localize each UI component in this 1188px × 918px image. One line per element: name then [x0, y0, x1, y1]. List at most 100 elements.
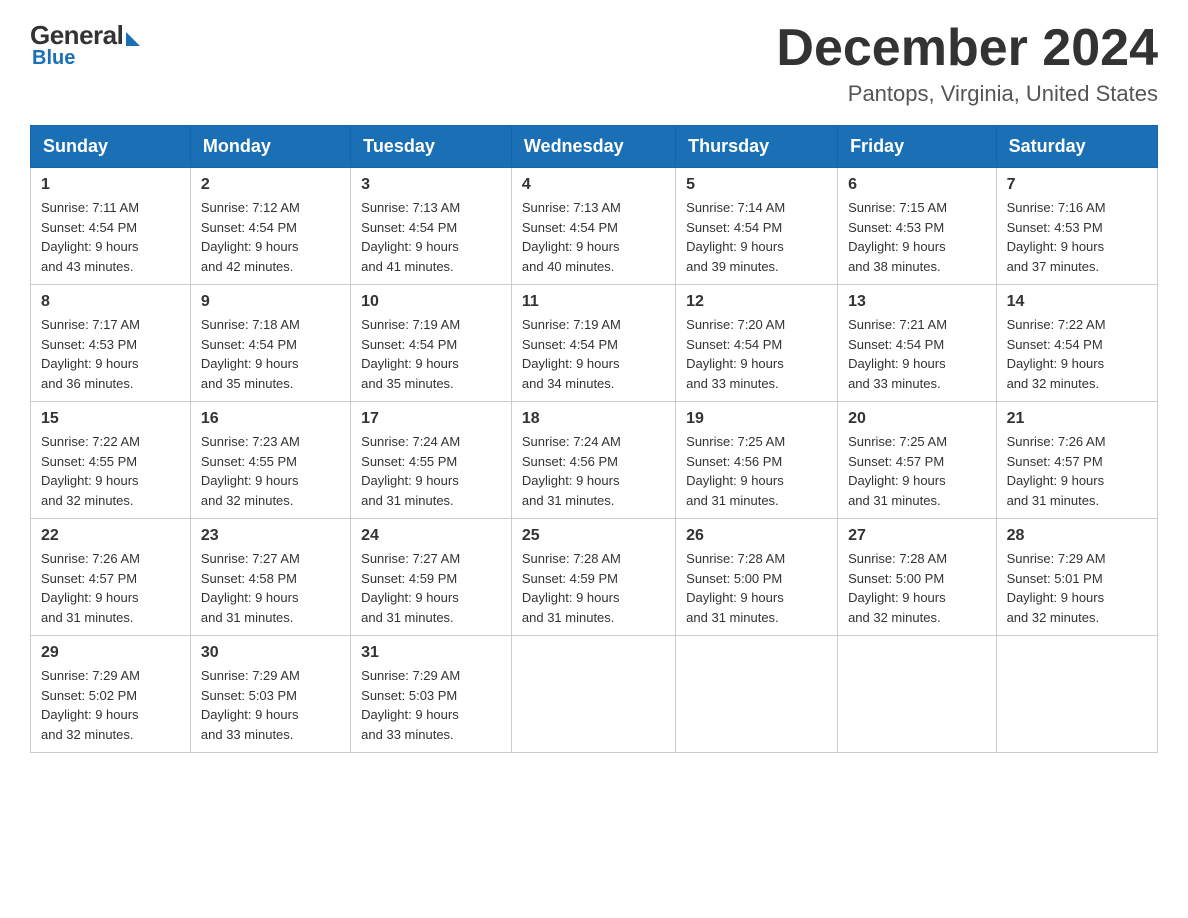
day-number: 29 — [41, 644, 180, 662]
calendar-day-cell: 17 Sunrise: 7:24 AM Sunset: 4:55 PM Dayl… — [351, 402, 512, 519]
calendar-week-row: 8 Sunrise: 7:17 AM Sunset: 4:53 PM Dayli… — [31, 285, 1158, 402]
logo-triangle-icon — [126, 32, 140, 46]
day-number: 27 — [848, 527, 986, 545]
day-info: Sunrise: 7:19 AM Sunset: 4:54 PM Dayligh… — [522, 315, 665, 393]
calendar-day-cell: 31 Sunrise: 7:29 AM Sunset: 5:03 PM Dayl… — [351, 636, 512, 753]
calendar-day-cell: 12 Sunrise: 7:20 AM Sunset: 4:54 PM Dayl… — [676, 285, 838, 402]
day-number: 13 — [848, 293, 986, 311]
day-info: Sunrise: 7:18 AM Sunset: 4:54 PM Dayligh… — [201, 315, 340, 393]
day-info: Sunrise: 7:21 AM Sunset: 4:54 PM Dayligh… — [848, 315, 986, 393]
calendar-day-cell: 11 Sunrise: 7:19 AM Sunset: 4:54 PM Dayl… — [511, 285, 675, 402]
day-info: Sunrise: 7:29 AM Sunset: 5:02 PM Dayligh… — [41, 666, 180, 744]
day-info: Sunrise: 7:28 AM Sunset: 5:00 PM Dayligh… — [848, 549, 986, 627]
calendar-week-row: 22 Sunrise: 7:26 AM Sunset: 4:57 PM Dayl… — [31, 519, 1158, 636]
calendar-day-cell: 21 Sunrise: 7:26 AM Sunset: 4:57 PM Dayl… — [996, 402, 1157, 519]
day-number: 17 — [361, 410, 501, 428]
calendar-week-row: 15 Sunrise: 7:22 AM Sunset: 4:55 PM Dayl… — [31, 402, 1158, 519]
calendar-day-cell: 14 Sunrise: 7:22 AM Sunset: 4:54 PM Dayl… — [996, 285, 1157, 402]
location-text: Pantops, Virginia, United States — [776, 81, 1158, 107]
calendar-day-cell: 22 Sunrise: 7:26 AM Sunset: 4:57 PM Dayl… — [31, 519, 191, 636]
calendar-day-cell: 16 Sunrise: 7:23 AM Sunset: 4:55 PM Dayl… — [190, 402, 350, 519]
day-number: 8 — [41, 293, 180, 311]
logo-blue-text: Blue — [32, 47, 75, 70]
day-number: 23 — [201, 527, 340, 545]
calendar-day-cell — [511, 636, 675, 753]
calendar-day-cell: 18 Sunrise: 7:24 AM Sunset: 4:56 PM Dayl… — [511, 402, 675, 519]
day-info: Sunrise: 7:20 AM Sunset: 4:54 PM Dayligh… — [686, 315, 827, 393]
calendar-day-cell — [838, 636, 997, 753]
day-number: 1 — [41, 176, 180, 194]
day-info: Sunrise: 7:12 AM Sunset: 4:54 PM Dayligh… — [201, 198, 340, 276]
day-number: 21 — [1007, 410, 1147, 428]
month-title: December 2024 — [776, 20, 1158, 77]
calendar-day-cell: 30 Sunrise: 7:29 AM Sunset: 5:03 PM Dayl… — [190, 636, 350, 753]
calendar-day-cell: 24 Sunrise: 7:27 AM Sunset: 4:59 PM Dayl… — [351, 519, 512, 636]
day-info: Sunrise: 7:27 AM Sunset: 4:58 PM Dayligh… — [201, 549, 340, 627]
calendar-day-cell: 19 Sunrise: 7:25 AM Sunset: 4:56 PM Dayl… — [676, 402, 838, 519]
header-right: December 2024 Pantops, Virginia, United … — [776, 20, 1158, 107]
calendar-day-cell: 5 Sunrise: 7:14 AM Sunset: 4:54 PM Dayli… — [676, 168, 838, 285]
day-info: Sunrise: 7:29 AM Sunset: 5:01 PM Dayligh… — [1007, 549, 1147, 627]
day-info: Sunrise: 7:27 AM Sunset: 4:59 PM Dayligh… — [361, 549, 501, 627]
day-info: Sunrise: 7:14 AM Sunset: 4:54 PM Dayligh… — [686, 198, 827, 276]
day-number: 18 — [522, 410, 665, 428]
day-number: 20 — [848, 410, 986, 428]
calendar-day-cell: 23 Sunrise: 7:27 AM Sunset: 4:58 PM Dayl… — [190, 519, 350, 636]
calendar-day-cell: 29 Sunrise: 7:29 AM Sunset: 5:02 PM Dayl… — [31, 636, 191, 753]
page-header: General Blue December 2024 Pantops, Virg… — [30, 20, 1158, 107]
day-info: Sunrise: 7:29 AM Sunset: 5:03 PM Dayligh… — [201, 666, 340, 744]
calendar-day-cell: 10 Sunrise: 7:19 AM Sunset: 4:54 PM Dayl… — [351, 285, 512, 402]
day-number: 5 — [686, 176, 827, 194]
day-number: 11 — [522, 293, 665, 311]
calendar-day-cell — [996, 636, 1157, 753]
day-info: Sunrise: 7:13 AM Sunset: 4:54 PM Dayligh… — [361, 198, 501, 276]
day-number: 14 — [1007, 293, 1147, 311]
calendar-day-cell: 25 Sunrise: 7:28 AM Sunset: 4:59 PM Dayl… — [511, 519, 675, 636]
calendar-day-cell: 8 Sunrise: 7:17 AM Sunset: 4:53 PM Dayli… — [31, 285, 191, 402]
day-info: Sunrise: 7:15 AM Sunset: 4:53 PM Dayligh… — [848, 198, 986, 276]
day-info: Sunrise: 7:13 AM Sunset: 4:54 PM Dayligh… — [522, 198, 665, 276]
day-number: 12 — [686, 293, 827, 311]
calendar-table: SundayMondayTuesdayWednesdayThursdayFrid… — [30, 125, 1158, 753]
day-number: 22 — [41, 527, 180, 545]
day-info: Sunrise: 7:29 AM Sunset: 5:03 PM Dayligh… — [361, 666, 501, 744]
day-number: 30 — [201, 644, 340, 662]
day-of-week-header: Wednesday — [511, 126, 675, 168]
day-info: Sunrise: 7:25 AM Sunset: 4:56 PM Dayligh… — [686, 432, 827, 510]
calendar-day-cell: 20 Sunrise: 7:25 AM Sunset: 4:57 PM Dayl… — [838, 402, 997, 519]
calendar-header-row: SundayMondayTuesdayWednesdayThursdayFrid… — [31, 126, 1158, 168]
day-number: 2 — [201, 176, 340, 194]
day-number: 25 — [522, 527, 665, 545]
calendar-day-cell: 15 Sunrise: 7:22 AM Sunset: 4:55 PM Dayl… — [31, 402, 191, 519]
day-number: 26 — [686, 527, 827, 545]
calendar-day-cell: 7 Sunrise: 7:16 AM Sunset: 4:53 PM Dayli… — [996, 168, 1157, 285]
day-number: 31 — [361, 644, 501, 662]
day-info: Sunrise: 7:17 AM Sunset: 4:53 PM Dayligh… — [41, 315, 180, 393]
day-of-week-header: Tuesday — [351, 126, 512, 168]
calendar-day-cell — [676, 636, 838, 753]
calendar-day-cell: 4 Sunrise: 7:13 AM Sunset: 4:54 PM Dayli… — [511, 168, 675, 285]
day-number: 7 — [1007, 176, 1147, 194]
day-info: Sunrise: 7:28 AM Sunset: 4:59 PM Dayligh… — [522, 549, 665, 627]
day-number: 24 — [361, 527, 501, 545]
calendar-week-row: 1 Sunrise: 7:11 AM Sunset: 4:54 PM Dayli… — [31, 168, 1158, 285]
calendar-day-cell: 26 Sunrise: 7:28 AM Sunset: 5:00 PM Dayl… — [676, 519, 838, 636]
day-number: 28 — [1007, 527, 1147, 545]
day-number: 9 — [201, 293, 340, 311]
day-number: 6 — [848, 176, 986, 194]
day-number: 4 — [522, 176, 665, 194]
day-info: Sunrise: 7:23 AM Sunset: 4:55 PM Dayligh… — [201, 432, 340, 510]
day-of-week-header: Monday — [190, 126, 350, 168]
day-info: Sunrise: 7:26 AM Sunset: 4:57 PM Dayligh… — [1007, 432, 1147, 510]
day-number: 10 — [361, 293, 501, 311]
day-info: Sunrise: 7:26 AM Sunset: 4:57 PM Dayligh… — [41, 549, 180, 627]
day-number: 19 — [686, 410, 827, 428]
day-info: Sunrise: 7:24 AM Sunset: 4:56 PM Dayligh… — [522, 432, 665, 510]
day-number: 16 — [201, 410, 340, 428]
day-of-week-header: Friday — [838, 126, 997, 168]
day-of-week-header: Saturday — [996, 126, 1157, 168]
calendar-day-cell: 13 Sunrise: 7:21 AM Sunset: 4:54 PM Dayl… — [838, 285, 997, 402]
calendar-week-row: 29 Sunrise: 7:29 AM Sunset: 5:02 PM Dayl… — [31, 636, 1158, 753]
day-info: Sunrise: 7:22 AM Sunset: 4:55 PM Dayligh… — [41, 432, 180, 510]
day-of-week-header: Sunday — [31, 126, 191, 168]
